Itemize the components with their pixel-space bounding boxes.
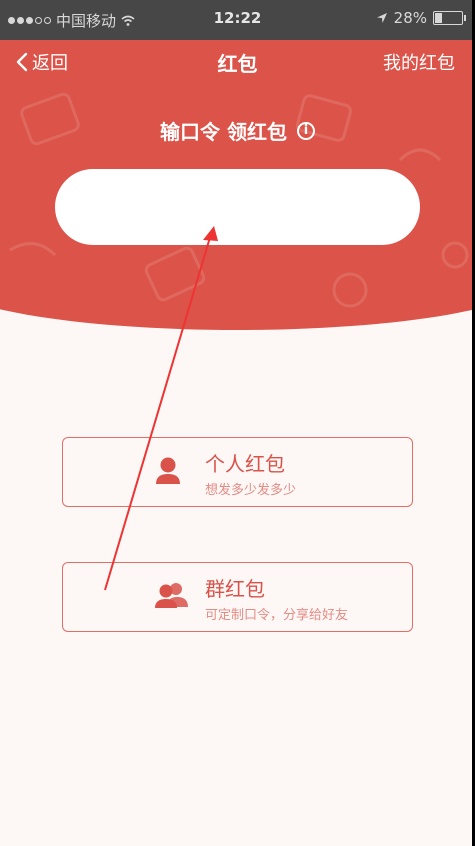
personal-red-packet-button[interactable]: 个人红包 想发多少发多少 [62, 437, 413, 507]
status-bar: 中国移动 12:22 28% [0, 0, 475, 40]
group-red-packet-subtitle: 可定制口令，分享给好友 [205, 608, 349, 623]
battery-icon [433, 11, 466, 25]
personal-red-packet-title: 个人红包 [205, 452, 285, 476]
password-code-input[interactable] [55, 169, 420, 245]
navigation-bar: 返回 红包 我的红包 [0, 40, 475, 80]
status-right: 28% [376, 9, 466, 27]
battery-percent: 28% [393, 9, 427, 27]
phone-screen: 中国移动 12:22 28% 返回 红包 我的红包 输口令 领红包 i 个人红包… [0, 0, 475, 846]
battery-fill [435, 13, 443, 23]
redeem-prompt-text: 输口令 领红包 [160, 120, 287, 144]
info-icon[interactable]: i [296, 121, 315, 140]
group-red-packet-button[interactable]: 群红包 可定制口令，分享给好友 [62, 562, 413, 632]
redeem-prompt: 输口令 领红包 i [0, 116, 475, 145]
personal-red-packet-subtitle: 想发多少发多少 [205, 483, 297, 498]
my-red-packets-button[interactable]: 我的红包 [383, 49, 455, 75]
group-red-packet-title: 群红包 [205, 577, 265, 601]
location-arrow-icon [376, 13, 387, 23]
person-icon [156, 457, 180, 484]
group-icon [155, 583, 188, 608]
